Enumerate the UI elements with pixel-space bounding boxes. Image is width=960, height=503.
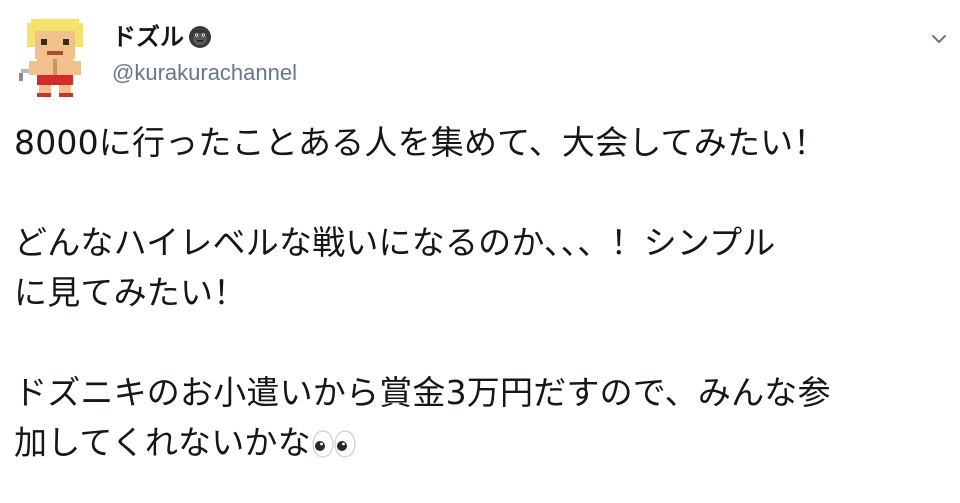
eyes-emoji-icon <box>311 430 357 458</box>
tweet-line-last: 加してくれないかな <box>14 418 949 468</box>
tweet-line: に見てみたい！ <box>14 273 247 312</box>
display-name[interactable]: ドズル <box>112 20 184 54</box>
tweet-text: 8000に行ったことある人を集めて、大会してみたい！ どんなハイレベルな戦いにな… <box>14 118 949 468</box>
tweet-card: ドズル @kurakurachannel 8000に行ったことある人を集めて、大… <box>0 0 960 503</box>
tweet-line: ドズニキのお小遣いから賞金3万円だすので、みんな参 <box>14 373 831 412</box>
tweet-line: どんなハイレベルな戦いになるのか、、、！シンプル <box>14 223 776 262</box>
chevron-down-icon[interactable] <box>928 28 950 50</box>
avatar[interactable] <box>13 13 97 97</box>
user-handle[interactable]: @kurakurachannel <box>112 58 297 88</box>
pixel-character-avatar-icon <box>19 19 83 97</box>
name-row[interactable]: ドズル <box>112 20 212 54</box>
tweet-line-break <box>14 168 949 218</box>
tweet-line-break <box>14 318 949 368</box>
tweet-line-text: 加してくれないかな <box>14 423 311 462</box>
gorilla-face-icon <box>188 25 212 49</box>
tweet-line: 8000に行ったことある人を集めて、大会してみたい！ <box>14 123 827 162</box>
